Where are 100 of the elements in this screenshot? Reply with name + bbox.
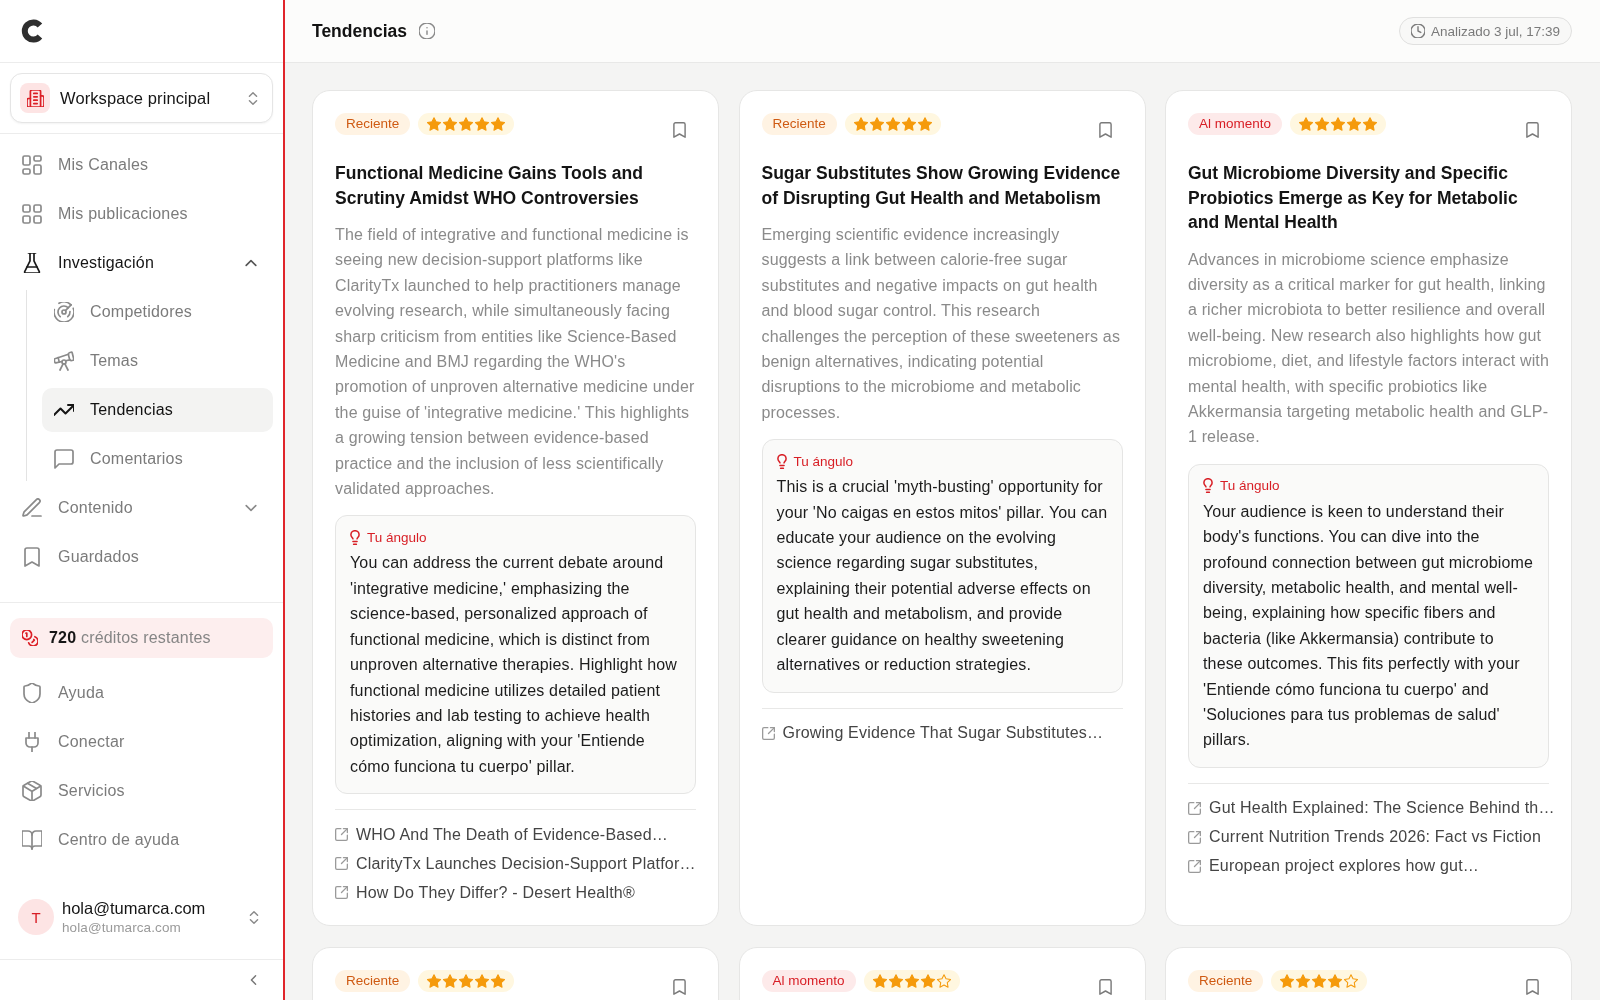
star-icon bbox=[1331, 117, 1346, 131]
user-email: hola@tumarca.com bbox=[62, 920, 182, 935]
telescope-icon bbox=[54, 351, 74, 371]
plug-icon bbox=[22, 732, 42, 752]
angle-text: You can address the current debate around 'integrative medicine,' emphasizing the science-based, personalized approach of functional medicine, which is distinct from unproven alternative therapies. Highlight how functional medicine utilizes detailed patient histories and lab testing to achieve health optimization, aligning with your 'Entiende cómo funciona tu cuerpo' pillar. bbox=[350, 553, 678, 777]
lightbulb-icon bbox=[350, 529, 360, 545]
lightbulb-icon bbox=[1203, 478, 1213, 494]
bookmark-icon bbox=[1525, 122, 1539, 138]
source-link[interactable]: European project explores how gut… bbox=[1188, 851, 1480, 881]
star-icon bbox=[872, 974, 887, 989]
page-title: Tendencias bbox=[312, 20, 407, 42]
chevron-up-down-icon bbox=[248, 90, 258, 106]
timestamp-text: Analizado 3 jul, 17:39 bbox=[1430, 23, 1560, 39]
source-link[interactable]: Growing Evidence That Sugar Substitutes… bbox=[761, 718, 1104, 748]
nav-item[interactable]: Servicios bbox=[10, 769, 273, 813]
star-icon bbox=[427, 117, 442, 131]
source-link[interactable]: How Do They Differ? - Desert Health® bbox=[335, 878, 635, 908]
chevron-up-down-icon bbox=[249, 909, 259, 925]
radar-icon bbox=[54, 302, 74, 322]
star-icon bbox=[904, 974, 919, 989]
nav-item[interactable]: Centro de ayuda bbox=[10, 818, 273, 862]
star-icon bbox=[443, 117, 458, 131]
angle-text: This is a crucial 'myth-busting' opportunity for your 'No caigas en estos mitos' pillar. You can educate your audience on the evolving science regarding sugar substitutes, explaining their potential adverse effects on gut health and metabolism, and provide clearer guidance on healthy sweetening alternatives or reduction strategies. bbox=[776, 477, 1108, 676]
external-link-icon bbox=[335, 828, 348, 842]
info-icon bbox=[419, 23, 435, 39]
star-icon bbox=[1280, 974, 1295, 989]
shield-icon bbox=[22, 683, 42, 703]
card-title: Functional Medicine Gains Tools and Scrutiny Amidst WHO Controversies bbox=[335, 162, 644, 210]
source-link[interactable]: ClarityTx Launches Decision-Support Platfor… bbox=[335, 849, 696, 879]
clock-icon bbox=[1410, 24, 1425, 38]
star-icon bbox=[1328, 974, 1343, 989]
coins-icon bbox=[22, 630, 38, 646]
status-tag: Reciente bbox=[335, 970, 411, 993]
status-tag: Al momento bbox=[1188, 113, 1283, 135]
bookmark-icon bbox=[672, 979, 686, 996]
bookmark-icon bbox=[22, 547, 42, 567]
star-icon bbox=[1296, 974, 1311, 989]
nav-item[interactable]: Temas bbox=[42, 339, 273, 383]
card-summary: Advances in microbiome science emphasize diversity as a critical marker for gut health, linking a richer microbiota to better resilience and overall well-being. New research also highlights how gut microbiome, diet, and lifestyle factors interact with mental health, with specific probiotics like Akkermansia targeting metabolic health and GLP-1 release. bbox=[1188, 249, 1549, 448]
external-link-icon bbox=[335, 857, 348, 871]
nav-item[interactable]: Tendencias bbox=[42, 388, 273, 432]
nav-item[interactable]: Comentarios bbox=[42, 437, 273, 481]
card-summary: The field of integrative and functional medicine is seeing new decision-support platforms like ClarityTx launched to help practitioners manage evolving research, while simultaneously facing sharp criticism from entities like Science-Based Medicine and BMJ regarding the WHO's promotion of unproven alternative medicine under the guise of 'integrative medicine.' This highlights a growing tension between evidence-based practice and the inclusion of less scientifically validated approaches. bbox=[335, 225, 696, 500]
star-icon bbox=[1315, 117, 1330, 131]
nav-item[interactable]: Contenido bbox=[10, 486, 273, 530]
star-icon bbox=[491, 117, 506, 131]
building-icon bbox=[20, 83, 50, 113]
user-name: hola@tumarca.com bbox=[62, 899, 206, 918]
flask-icon bbox=[22, 253, 42, 273]
credits-text: 720 créditos restantes bbox=[49, 629, 211, 647]
chevron-left-icon bbox=[250, 974, 257, 986]
star-icon bbox=[853, 117, 868, 131]
status-tag: Reciente bbox=[335, 113, 411, 135]
source-link[interactable]: Gut Health Explained: The Science Behind th… bbox=[1188, 793, 1555, 823]
angle-label: Tu ángulo bbox=[1220, 478, 1280, 494]
external-link-icon bbox=[1188, 859, 1201, 873]
star-icon bbox=[1312, 974, 1327, 989]
star-icon bbox=[459, 974, 474, 989]
angle-text: Your audience is keen to understand their body's functions. You can dive into the profound connection between gut microbiome diversity, metabolic health, and mental well-being, explaining how specific fibers and bacteria (like Akkermansia) contribute to these outcomes. This fits perfectly with your 'Entiende cómo funciona tu cuerpo' and 'Soluciones para tus problemas de salud' pillars. bbox=[1203, 501, 1534, 751]
angle-label: Tu ángulo bbox=[367, 529, 427, 545]
nav-item[interactable]: Mis Canales bbox=[10, 143, 273, 187]
external-link-icon bbox=[761, 726, 775, 740]
nav-item[interactable]: Competidores bbox=[42, 290, 273, 334]
card-title: Gut Microbiome Diversity and Specific Probiotics Emerge as Key for Metabolic and Mental Health bbox=[1188, 162, 1519, 234]
speech-bubble-icon bbox=[54, 449, 74, 469]
nav-item[interactable]: Mis publicaciones bbox=[10, 192, 273, 236]
nav-item[interactable]: Ayuda bbox=[10, 671, 273, 715]
star-icon bbox=[901, 117, 916, 131]
nav-item[interactable]: Conectar bbox=[10, 720, 273, 764]
star-icon bbox=[920, 974, 935, 989]
grid-icon bbox=[22, 204, 42, 224]
lightbulb-icon bbox=[776, 453, 787, 469]
source-link[interactable]: WHO And The Death of Evidence-Based… bbox=[335, 820, 668, 850]
status-tag: Reciente bbox=[1188, 970, 1264, 993]
dashboard-icon bbox=[22, 155, 42, 175]
bookmark-icon bbox=[1525, 979, 1539, 996]
external-link-icon bbox=[1188, 830, 1201, 844]
nav-item[interactable]: Guardados bbox=[10, 535, 273, 579]
source-link[interactable]: Current Nutrition Trends 2026: Fact vs Fiction bbox=[1188, 822, 1541, 852]
workspace-selector[interactable]: Workspace principal bbox=[10, 73, 273, 123]
card-title: Sugar Substitutes Show Growing Evidence of Disrupting Gut Health and Metabolism bbox=[761, 162, 1122, 210]
bookmark-icon bbox=[1099, 979, 1112, 996]
nav-item[interactable]: Investigación bbox=[10, 241, 273, 285]
star-icon bbox=[443, 974, 458, 989]
logo-icon bbox=[21, 19, 44, 43]
card-summary: Emerging scientific evidence increasingly suggests a link between calorie-free sugar substitutes and negative impacts on gut health and blood sugar control. This research challenges the perception of these sweeteners as benign alternatives, indicating potential disruptions to the microbiome and metabolic processes. bbox=[761, 225, 1122, 423]
star-icon bbox=[917, 117, 932, 131]
star-icon bbox=[475, 117, 490, 131]
star-icon bbox=[1347, 117, 1362, 131]
star-icon bbox=[491, 974, 506, 989]
star-icon bbox=[1363, 117, 1378, 131]
bookmark-icon bbox=[672, 122, 686, 138]
star-icon bbox=[869, 117, 884, 131]
star-icon bbox=[475, 974, 490, 989]
status-tag: Al momento bbox=[761, 970, 856, 993]
book-icon bbox=[22, 830, 42, 850]
star-icon bbox=[1299, 117, 1314, 131]
pencil-icon bbox=[22, 498, 42, 518]
box-icon bbox=[22, 781, 42, 801]
angle-label: Tu ángulo bbox=[793, 453, 854, 469]
